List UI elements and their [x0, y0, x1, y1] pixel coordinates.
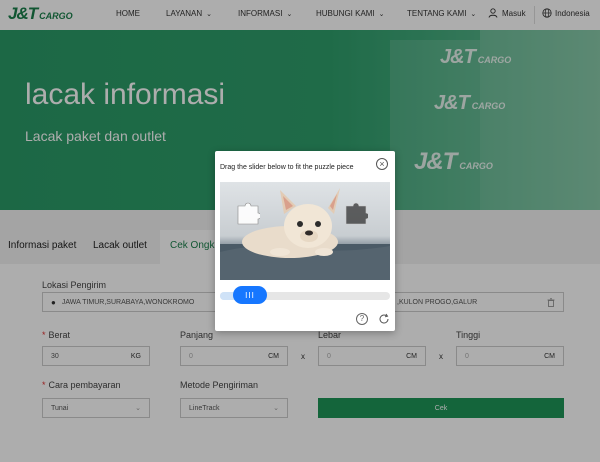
refresh-icon[interactable] [378, 313, 390, 325]
slider-captcha-dialog: Drag the slider below to fit the puzzle … [215, 151, 395, 331]
captcha-instruction: Drag the slider below to fit the puzzle … [220, 164, 354, 171]
puzzle-piece-icon[interactable] [236, 202, 260, 226]
captcha-puzzle-image [220, 182, 390, 280]
close-icon[interactable]: × [376, 158, 388, 170]
help-icon[interactable]: ? [356, 313, 368, 325]
captcha-slider-handle[interactable]: III [233, 286, 267, 304]
puppy-photo [220, 188, 390, 280]
puzzle-hole-icon [345, 202, 368, 225]
